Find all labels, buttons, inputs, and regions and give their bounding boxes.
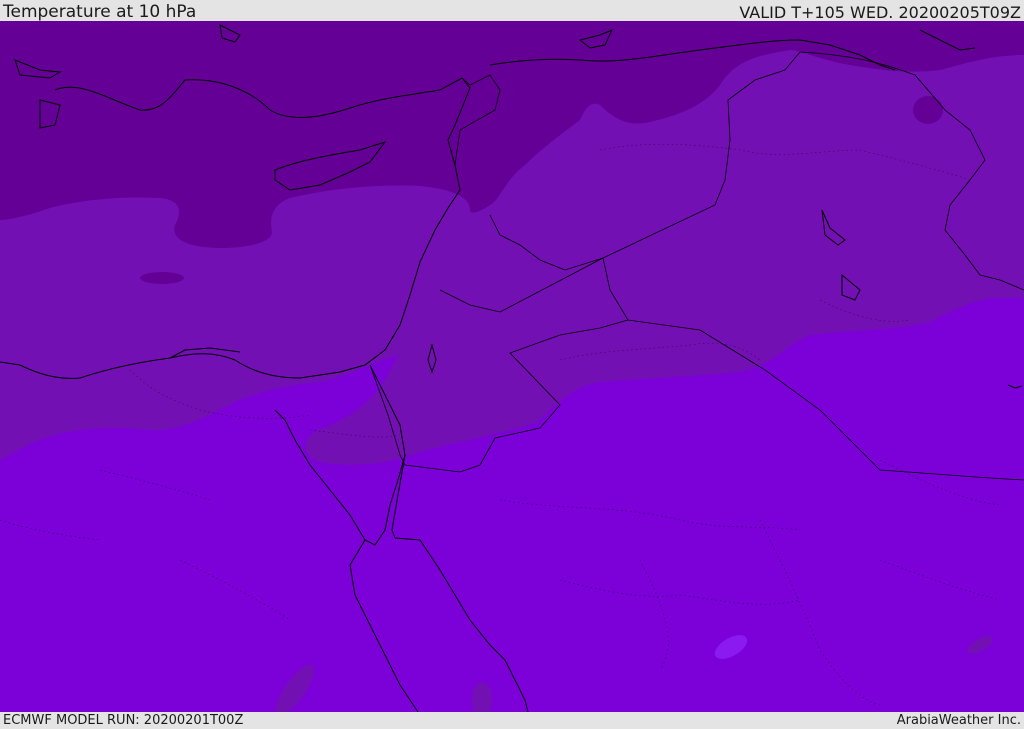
credit-label: ArabiaWeather Inc. <box>896 713 1021 728</box>
footer-bar: ECMWF MODEL RUN: 20200201T00Z ArabiaWeat… <box>0 712 1024 729</box>
model-run-label: ECMWF MODEL RUN: 20200201T00Z <box>3 713 244 728</box>
cold-spot-iraq <box>913 96 943 124</box>
valid-time-label: VALID T+105 WED. 20200205T09Z <box>739 3 1021 22</box>
map-title: Temperature at 10 hPa <box>3 2 197 22</box>
header-bar: Temperature at 10 hPa VALID T+105 WED. 2… <box>0 0 1024 22</box>
cold-spot-sea <box>140 272 184 284</box>
weather-map[interactable] <box>0 21 1024 712</box>
